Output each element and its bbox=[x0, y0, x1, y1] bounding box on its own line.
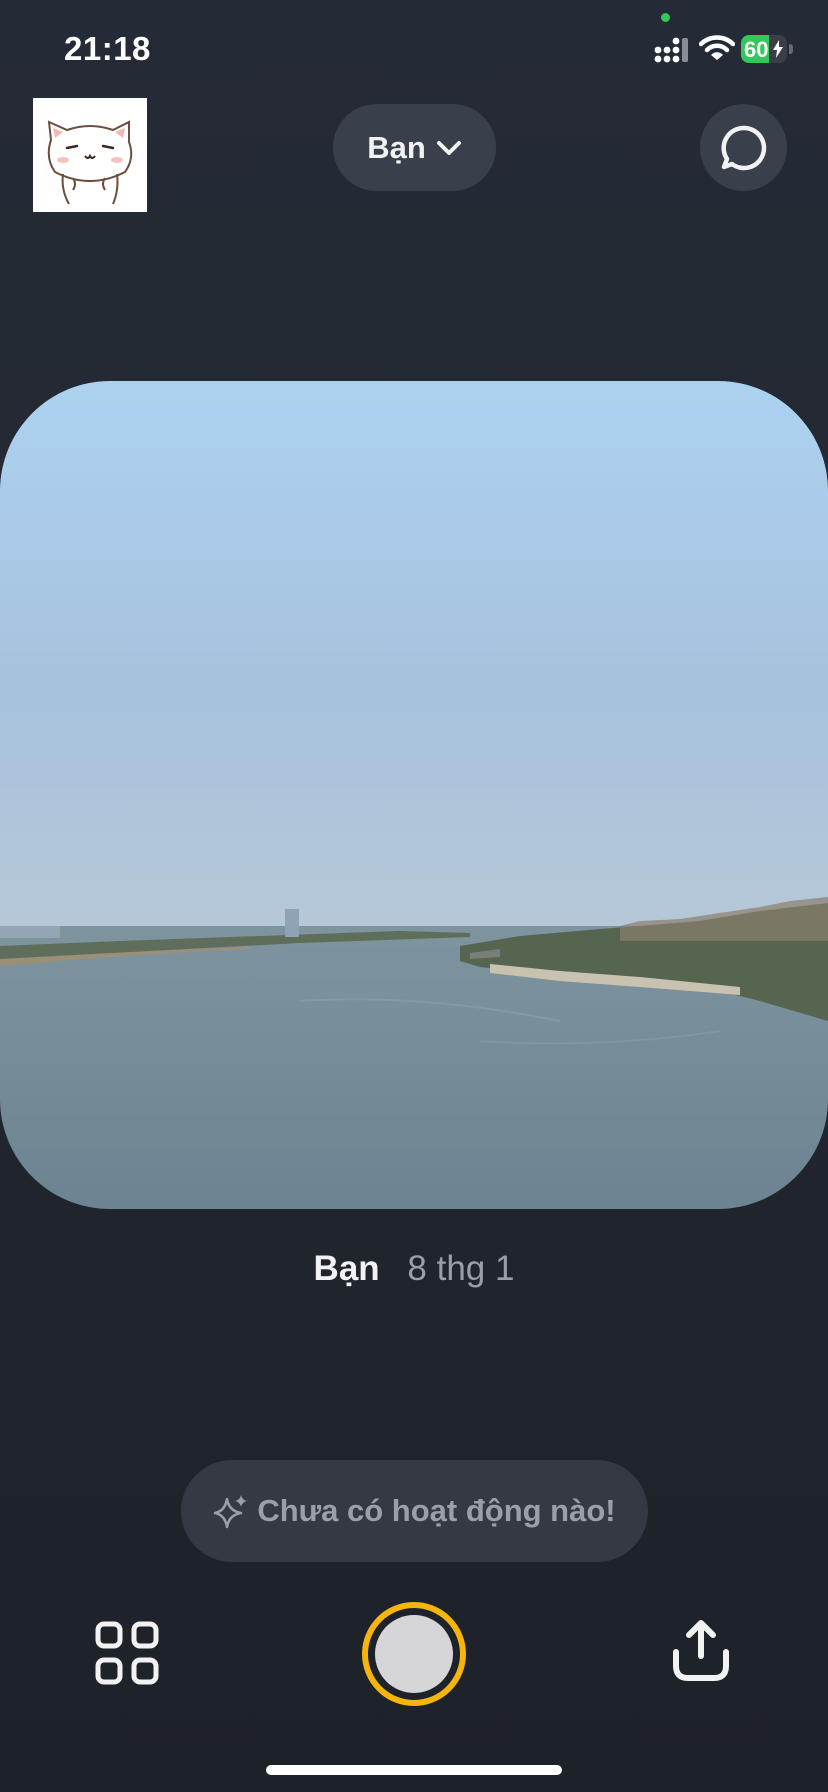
post-caption: Bạn 8 thg 1 bbox=[0, 1249, 828, 1289]
avatar[interactable] bbox=[33, 98, 147, 212]
audience-selector-button[interactable]: Bạn bbox=[333, 104, 496, 191]
post-author[interactable]: Bạn bbox=[314, 1249, 380, 1288]
sparkle-icon bbox=[214, 1495, 248, 1529]
chat-button[interactable] bbox=[700, 104, 787, 191]
activity-button[interactable]: Chưa có hoạt động nào! bbox=[181, 1460, 648, 1562]
chevron-down-icon bbox=[436, 140, 461, 155]
river-landscape-image bbox=[0, 381, 828, 1209]
status-time: 21:18 bbox=[64, 30, 151, 67]
post-photo[interactable] bbox=[0, 381, 828, 1209]
signal-icon bbox=[654, 37, 688, 63]
wifi-icon bbox=[699, 35, 735, 60]
post-date: 8 thg 1 bbox=[407, 1249, 515, 1288]
status-bar: 21:18 60 bbox=[0, 0, 828, 100]
share-button[interactable] bbox=[668, 1618, 734, 1684]
shutter-inner bbox=[375, 1615, 453, 1693]
battery-charging-icon: 60 bbox=[741, 35, 793, 63]
share-icon bbox=[673, 1620, 729, 1681]
battery-level: 60 bbox=[744, 37, 769, 62]
chat-bubble-icon bbox=[720, 125, 766, 170]
cat-avatar-image bbox=[47, 120, 133, 205]
shutter-button[interactable] bbox=[362, 1602, 466, 1706]
camera-indicator-dot bbox=[661, 13, 670, 22]
audience-label: Bạn bbox=[367, 129, 426, 165]
home-indicator[interactable] bbox=[266, 1765, 562, 1775]
activity-text: Chưa có hoạt động nào! bbox=[257, 1493, 616, 1528]
history-grid-button[interactable] bbox=[94, 1620, 160, 1686]
grid-icon bbox=[95, 1621, 159, 1685]
